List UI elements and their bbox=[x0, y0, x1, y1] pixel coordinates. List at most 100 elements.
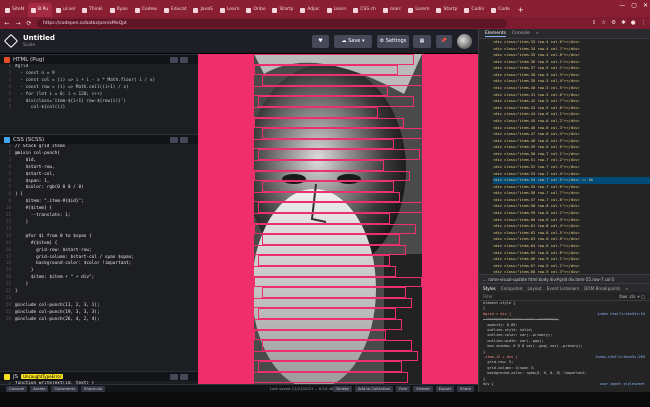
styles-tab[interactable]: Layout bbox=[527, 284, 541, 292]
pen-title[interactable]: Untitled bbox=[23, 34, 55, 42]
browser-tab[interactable]: Thinki bbox=[79, 3, 106, 17]
avatar[interactable] bbox=[457, 34, 472, 49]
star-icon[interactable]: ☆ bbox=[601, 20, 606, 26]
dom-node[interactable]: <div class="item-63 row-8 col-6"></div> bbox=[493, 236, 650, 243]
change-view-button[interactable]: ▦ bbox=[413, 35, 431, 48]
browser-tab[interactable]: Startp bbox=[433, 3, 460, 17]
dom-node[interactable]: <div class="item-33 row-4 col-6"></div> bbox=[493, 39, 650, 46]
dom-node[interactable]: <div class="item-62 row-8 col-5"></div> bbox=[493, 230, 650, 237]
dom-node[interactable]: <div class="item-58 row-8 col-1"></div> bbox=[493, 203, 650, 210]
dom-node[interactable]: <div class="item-40 row-5 col-5"></div> bbox=[493, 85, 650, 92]
dom-node[interactable]: <div class="item-53 row-7 col-4"></div> bbox=[493, 171, 650, 178]
dom-node[interactable]: <div class="item-38 row-5 col-3"></div> bbox=[493, 72, 650, 79]
new-tab-button[interactable]: + bbox=[514, 3, 528, 17]
dom-node[interactable]: <div class="item-59 row-8 col-2"></div> bbox=[493, 210, 650, 217]
puzzle-icon[interactable]: ✱ bbox=[621, 20, 626, 26]
js-error-badge[interactable]: UncaughtTypeError bbox=[21, 374, 64, 379]
browser-tab[interactable]: Code bbox=[488, 3, 513, 17]
forward-icon[interactable]: → bbox=[15, 20, 21, 27]
chevron-down-icon[interactable] bbox=[180, 374, 188, 380]
dom-node[interactable]: <div class="item-37 row-5 col-2"></div> bbox=[493, 65, 650, 72]
dom-node[interactable]: <div class="item-39 row-5 col-4"></div> bbox=[493, 78, 650, 85]
dom-node[interactable]: <div class="item-65 row-8 col-8"></div> bbox=[493, 250, 650, 257]
dom-node[interactable]: <div class="item-50 row-7 col-1"></div> bbox=[493, 151, 650, 158]
dom-node[interactable]: <div class="item-43 row-5 col-8"></div> bbox=[493, 105, 650, 112]
filter-tools[interactable]: :hov .cls + ▢ bbox=[619, 292, 645, 301]
pin-button[interactable]: 📌 bbox=[436, 35, 452, 48]
styles-tab[interactable]: Computed bbox=[501, 284, 523, 292]
dom-node[interactable]: <div class="item-67 row-9 col-2"></div> bbox=[493, 263, 650, 270]
maximize-icon[interactable]: ▢ bbox=[631, 2, 637, 9]
dom-node[interactable]: <div class="item-36 row-5 col-1"></div> bbox=[493, 59, 650, 66]
browser-tab[interactable]: Codew bbox=[132, 3, 160, 17]
styles-tab[interactable]: Styles bbox=[483, 284, 496, 292]
devtools-tab[interactable]: Elements bbox=[485, 31, 506, 37]
browser-tab[interactable]: man: bbox=[380, 3, 405, 17]
profile-icon[interactable]: ● bbox=[631, 20, 636, 26]
dom-node[interactable]: <div class="item-66 row-9 col-1"></div> bbox=[493, 256, 650, 263]
browser-tab[interactable]: Codin bbox=[461, 3, 487, 17]
dom-node[interactable]: <div class="item-60 row-8 col-3"></div> bbox=[493, 217, 650, 224]
html-code[interactable]: 1 #grid 2 - const n = 93 - const col = (i)… bbox=[0, 64, 198, 134]
dom-node[interactable]: <div class="item-45 row-6 col-2"></div> bbox=[493, 118, 650, 125]
share-icon[interactable]: ⇪ bbox=[592, 20, 597, 26]
dom-node[interactable]: <div class="item-57 row-7 col-8"></div> bbox=[493, 197, 650, 204]
footer-button-console[interactable]: Console bbox=[6, 385, 28, 392]
dom-node[interactable]: <div class="item-49 row-6 col-6"></div> bbox=[493, 144, 650, 151]
url-field[interactable]: https://codepen.io/batkz/pen/xMeQpt bbox=[37, 18, 507, 28]
save-button[interactable]: ☁ Save ▾ bbox=[334, 35, 372, 48]
styles-tab[interactable]: Event Listeners bbox=[547, 284, 579, 292]
styles-tab[interactable]: » bbox=[625, 284, 628, 292]
browser-tab[interactable]: ui:sel bbox=[53, 3, 78, 17]
dom-node[interactable]: <div class="item-55 row-7 col-6"></div> bbox=[493, 184, 650, 191]
browser-tab[interactable]: Learn bbox=[217, 3, 243, 17]
back-icon[interactable]: ← bbox=[4, 20, 10, 27]
dom-node[interactable]: <div class="item-52 row-7 col-3"></div> bbox=[493, 164, 650, 171]
dom-node[interactable]: <div class="item-46 row-6 col-3"></div> bbox=[493, 125, 650, 132]
browser-tab[interactable]: Ryan bbox=[107, 3, 131, 17]
dom-node[interactable]: <div class="item-47 row-6 col-4"></div> bbox=[493, 131, 650, 138]
styles-filter[interactable]: Filter :hov .cls + ▢ bbox=[479, 292, 650, 301]
css-code[interactable]: 1 // Stack grid items 2 @mixin col-punch(3 … bbox=[0, 144, 198, 371]
footer-button-fork[interactable]: Fork bbox=[396, 385, 411, 392]
extension-icon[interactable]: ⚙ bbox=[611, 20, 616, 26]
menu-icon[interactable]: ⋮ bbox=[641, 20, 647, 26]
dom-node[interactable]: <div class="item-34 row-4 col-7"></div> bbox=[493, 46, 650, 53]
browser-tab[interactable]: JavaS bbox=[190, 3, 215, 17]
browser-tab[interactable]: Lorem bbox=[405, 3, 432, 17]
settings-button[interactable]: ⚙ Settings bbox=[377, 35, 409, 48]
browser-tab[interactable]: CSS ch bbox=[350, 3, 379, 17]
browser-tab[interactable]: Educat bbox=[161, 3, 190, 17]
styles-tab[interactable]: DOM Breakpoints bbox=[584, 284, 620, 292]
reload-icon[interactable]: ⟳ bbox=[26, 20, 32, 27]
dom-node[interactable]: <div class="item-51 row-7 col-2"></div> bbox=[493, 157, 650, 164]
dom-node[interactable]: <div class="item-48 row-6 col-5"></div> bbox=[493, 138, 650, 145]
chevron-down-icon[interactable] bbox=[180, 137, 188, 143]
browser-tab[interactable]: Onbo bbox=[243, 3, 268, 17]
footer-button-share[interactable]: Share bbox=[457, 385, 474, 392]
dom-node[interactable]: <div class="item-35 row-4 col-8"></div> bbox=[493, 52, 650, 59]
footer-button-add-to-collection[interactable]: Add to Collection bbox=[354, 385, 394, 392]
browser-tab[interactable]: SiteN bbox=[2, 3, 27, 17]
footer-button-shortcuts[interactable]: Shortcuts bbox=[81, 385, 106, 392]
dom-tree[interactable]: <div class="item-33 row-4 col-6"></div> <… bbox=[479, 39, 650, 274]
result-preview[interactable] bbox=[198, 54, 478, 384]
devtools-tab[interactable]: » bbox=[536, 31, 539, 36]
dom-node[interactable]: <div class="item-54 row-7 col-5"></div> … bbox=[493, 177, 650, 184]
browser-tab[interactable]: Adjac bbox=[297, 3, 322, 17]
css-rules[interactable]: element.style {} #grid > div {index.html?… bbox=[479, 301, 650, 392]
dom-node[interactable]: <div class="item-41 row-5 col-6"></div> bbox=[493, 92, 650, 99]
breadcrumb[interactable]: ... rame-visual-update html body div#gri… bbox=[479, 274, 650, 283]
footer-button-comments[interactable]: Comments bbox=[51, 385, 79, 392]
codepen-logo-icon[interactable] bbox=[3, 33, 19, 49]
close-icon[interactable]: ✕ bbox=[643, 2, 648, 9]
dom-node[interactable]: <div class="item-61 row-8 col-4"></div> bbox=[493, 223, 650, 230]
footer-button-export[interactable]: Export bbox=[435, 385, 455, 392]
settings-icon[interactable] bbox=[170, 374, 178, 380]
devtools-tab[interactable]: Console bbox=[512, 31, 530, 36]
chevron-down-icon[interactable] bbox=[180, 57, 188, 63]
dom-node[interactable]: <div class="item-44 row-6 col-1"></div> bbox=[493, 111, 650, 118]
footer-button-assets[interactable]: Assets bbox=[30, 385, 49, 392]
rule-source-link[interactable]: user agent stylesheet bbox=[600, 382, 645, 387]
footer-button-embed[interactable]: Embed bbox=[413, 385, 433, 392]
